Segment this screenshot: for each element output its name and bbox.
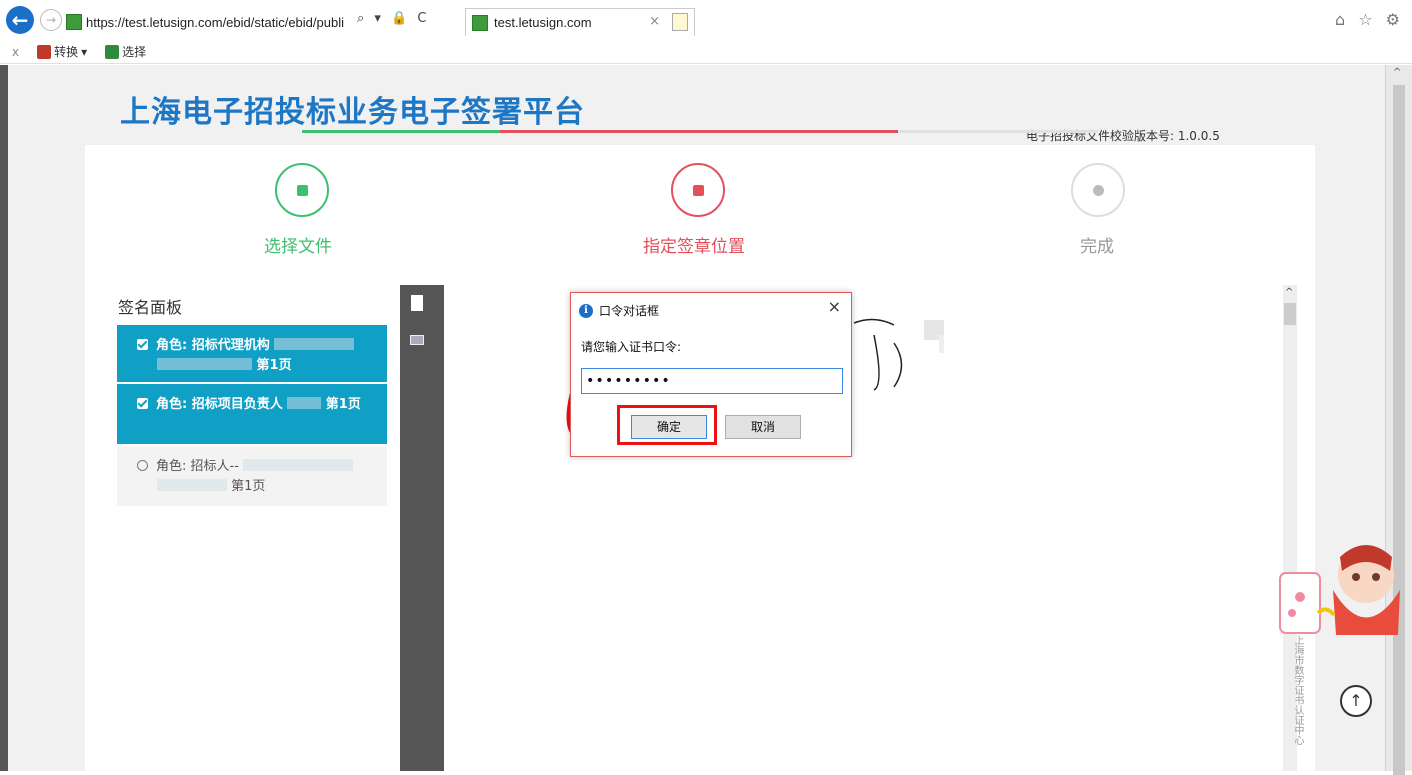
browser-menu-icons[interactable]: ⌂ ☆ ⚙ [1335, 10, 1404, 29]
document-sidebar [400, 285, 444, 771]
dialog-title-bar: i 口令对话框 [579, 302, 659, 319]
select-button[interactable]: 选择 [105, 43, 146, 60]
scroll-to-top-button[interactable]: ↑ [1340, 685, 1372, 717]
password-field[interactable]: ••••••••• [581, 368, 843, 394]
dialog-close-icon[interactable]: × [828, 297, 841, 316]
select-icon [105, 44, 120, 59]
side-watermark-text: 上海市数字证书认证中心 [1292, 635, 1303, 745]
dialog-title: 口令对话框 [599, 304, 660, 318]
step-done-icon [1071, 163, 1125, 217]
document-icon [296, 184, 308, 196]
role-item-tenderer[interactable]: 角色: 招标人-- 第1页 [117, 446, 387, 506]
scroll-up-arrow-icon[interactable]: ^ [1393, 67, 1401, 78]
tab-favicon-icon [472, 14, 488, 31]
mascot-widget-icon[interactable] [1278, 535, 1403, 640]
redacted-text [157, 479, 227, 491]
info-icon: i [579, 303, 593, 318]
step-label-select-file: 选择文件 [264, 237, 332, 257]
redacted-text [274, 338, 355, 350]
select-label: 选择 [122, 45, 147, 59]
chevron-down-icon[interactable]: ▾ [81, 45, 87, 59]
step-line-2 [500, 130, 898, 133]
checkbox-checked-icon[interactable] [137, 339, 148, 350]
role-page: 第1页 [256, 358, 292, 373]
step-label-position: 指定签章位置 [643, 237, 745, 257]
role-label: 角色: 招标项目负责人 [156, 397, 283, 412]
step-line-1 [302, 130, 500, 133]
bookmark-icon[interactable] [411, 295, 423, 311]
url-action-icons[interactable]: ⌕ ▾ 🔒 C [357, 11, 429, 26]
password-dialog: i 口令对话框 × 请您输入证书口令: ••••••••• 确定 取消 [570, 292, 852, 457]
step-select-file-icon [275, 163, 329, 217]
scroll-up-arrow-icon[interactable]: ^ [1285, 287, 1293, 298]
tab-title: test.letusign.com [494, 15, 592, 30]
list-icon [692, 184, 704, 196]
browser-command-bar: x 转换 ▾ 选择 [0, 40, 1412, 64]
role-page: 第1页 [231, 479, 266, 494]
role-item-project-lead[interactable]: 角色: 招标项目负责人 第1页 [117, 384, 387, 444]
pdf-convert-icon [37, 44, 52, 59]
ok-button[interactable]: 确定 [631, 415, 707, 439]
document-scroll-thumb[interactable] [1284, 303, 1296, 325]
checkbox-checked-icon[interactable] [137, 398, 148, 409]
role-item-agency[interactable]: 角色: 招标代理机构 第1页 [117, 325, 387, 382]
forward-button[interactable]: → [40, 9, 62, 31]
convert-label: 转换 [54, 45, 79, 59]
new-tab-icon[interactable] [672, 13, 688, 31]
cancel-button[interactable]: 取消 [725, 415, 801, 439]
redacted-text [243, 459, 354, 471]
back-button[interactable]: ← [6, 6, 34, 34]
browser-tab[interactable]: test.letusign.com × [465, 8, 695, 36]
scrollbar-thumb[interactable] [1393, 85, 1405, 775]
browser-address-bar: ← → https://test.letusign.com/ebid/stati… [0, 0, 1412, 40]
tab-close-icon[interactable]: × [649, 14, 660, 29]
sign-panel-title: 签名面板 [118, 298, 183, 317]
step-position-icon [671, 163, 725, 217]
step-line-3 [898, 130, 1098, 133]
platform-title: 上海电子招投标业务电子签署平台 [120, 95, 585, 130]
radio-unchecked-icon[interactable] [137, 460, 148, 471]
close-command-bar-icon[interactable]: x [12, 45, 19, 59]
convert-button[interactable]: 转换 ▾ [37, 43, 87, 60]
page-scrollbar[interactable]: ^ [1385, 65, 1412, 775]
redacted-text [157, 358, 252, 370]
url-text: https://test.letusign.com/ebid/static/eb… [86, 14, 344, 30]
role-label: 角色: 招标代理机构 [156, 338, 270, 353]
page-frame-left [0, 65, 8, 771]
user-icon [1092, 184, 1104, 196]
password-prompt: 请您输入证书口令: [581, 340, 682, 354]
thumbnail-icon[interactable] [410, 335, 424, 345]
role-label: 角色: 招标人-- [156, 459, 239, 474]
redacted-text [287, 397, 322, 409]
site-favicon-icon [66, 14, 82, 30]
step-label-done: 完成 [1080, 237, 1114, 257]
role-page: 第1页 [325, 397, 361, 412]
